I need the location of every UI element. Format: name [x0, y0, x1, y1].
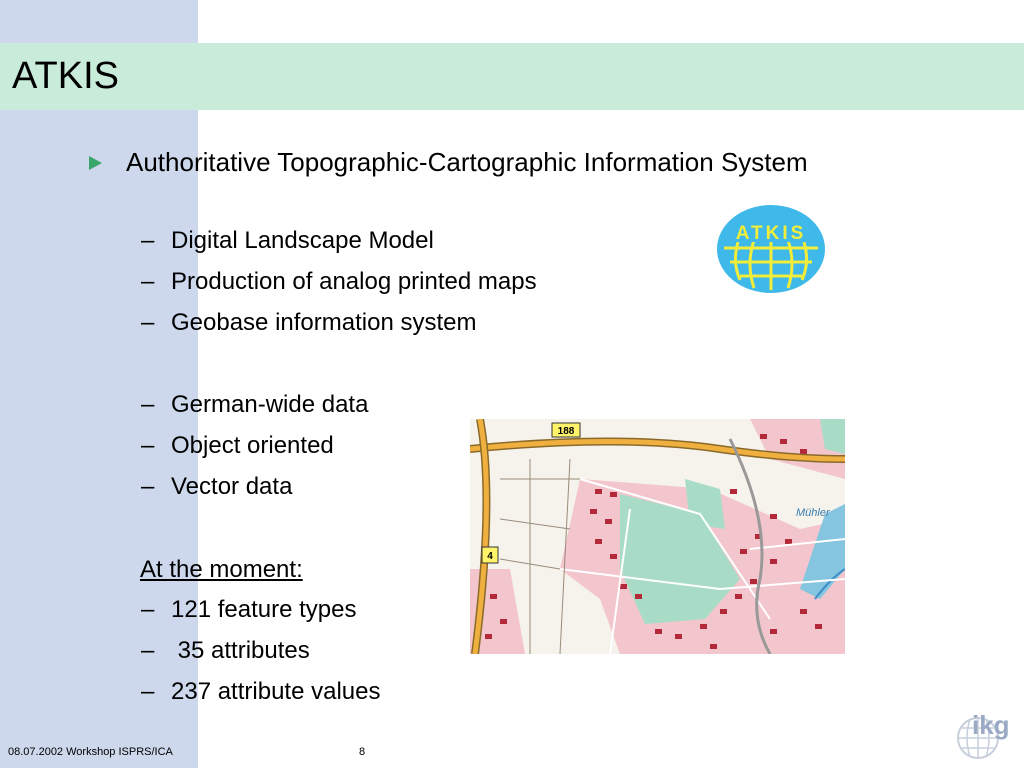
road-4-label: 4 — [487, 551, 493, 562]
atkis-logo: ATKIS — [717, 205, 825, 293]
ikg-logo: ikg — [957, 710, 1010, 759]
sub-bullet-feature-types: –121 feature types — [141, 596, 357, 623]
bullet-arrow-icon — [89, 156, 102, 170]
sub-bullet-vector-data: – Vector data — [141, 473, 293, 500]
place-label: Mühler — [796, 507, 831, 519]
ikg-logo-text: ikg — [972, 710, 1010, 740]
moment-heading: At the moment: — [140, 556, 303, 583]
sub-bullet-attribute-values: –237 attribute values — [141, 678, 381, 705]
sub-bullet-attributes: – 35 attributes — [141, 637, 310, 664]
atkis-logo-text: ATKIS — [736, 223, 807, 244]
title-band — [0, 43, 1024, 110]
sub-bullet-digital-landscape: – Digital Landscape Model — [141, 227, 434, 254]
slide-title: ATKIS — [12, 55, 119, 97]
footer-date-event: 08.07.2002 Workshop ISPRS/ICA — [8, 746, 173, 758]
main-bullet-text: Authoritative Topographic-Cartographic I… — [126, 147, 808, 177]
sub-bullet-analog-maps: – Production of analog printed maps — [141, 268, 537, 295]
sub-bullet-object-oriented: – Object oriented — [141, 432, 334, 459]
page-number: 8 — [359, 746, 366, 758]
topographic-map: 188 4 Mühler — [470, 419, 845, 654]
sub-bullet-geobase: – Geobase information system — [141, 309, 477, 336]
sub-bullet-german-wide: – German-wide data — [141, 391, 369, 418]
road-188-label: 188 — [558, 426, 575, 437]
